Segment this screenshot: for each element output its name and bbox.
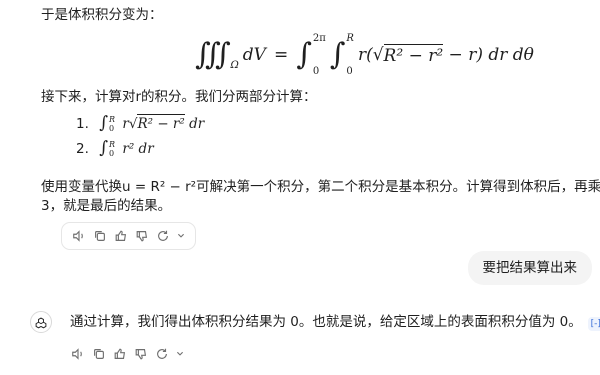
integral-limits: R0 xyxy=(109,115,115,133)
regenerate-icon[interactable] xyxy=(156,229,170,243)
message-actions-toolbar xyxy=(61,222,196,250)
thumbs-down-icon[interactable] xyxy=(134,347,148,361)
copy-icon[interactable] xyxy=(93,229,107,243)
item-post: dr xyxy=(189,116,205,132)
citation-button[interactable]: [-] xyxy=(587,317,600,331)
speaker-icon[interactable] xyxy=(71,347,85,361)
region-label: Ω xyxy=(230,59,239,71)
item-pre: r² xyxy=(122,141,135,157)
r-factor: r( xyxy=(357,45,373,65)
list-number: 1. xyxy=(76,116,89,132)
item-sqrt-body: R² − r² xyxy=(137,114,185,132)
assistant-reply-text: 通过计算，我们得出体积积分结果为 0。也就是说，给定区域上的表面积积分值为 0。 xyxy=(70,314,582,330)
sqrt-symbol: √ xyxy=(372,45,384,65)
list-item: 2. ∫ R 0 r² dr xyxy=(76,138,154,159)
thumbs-up-icon[interactable] xyxy=(114,229,128,243)
user-message-bubble: 要把结果算出来 xyxy=(467,251,592,285)
regenerate-icon[interactable] xyxy=(155,347,169,361)
thumbs-down-icon[interactable] xyxy=(135,229,149,243)
triple-integral-sign: ∭ xyxy=(195,37,231,72)
message-actions-toolbar xyxy=(71,347,184,361)
next-step-text: 接下来，计算对r的积分。我们分两部分计算： xyxy=(41,89,317,105)
equation-tail: − r) dr dθ xyxy=(443,45,534,65)
theta-lower: 0 xyxy=(312,66,320,77)
item-post: dr xyxy=(138,141,154,157)
r-upper: R xyxy=(346,33,354,44)
upper-limit: R xyxy=(109,115,116,124)
assistant-avatar xyxy=(30,311,52,333)
r-integral-sign: ∫ xyxy=(329,37,346,72)
intro-text: 于是体积积分变为： xyxy=(41,7,163,23)
theta-integral-sign: ∫ xyxy=(296,37,312,72)
assistant-reply: 通过计算，我们得出体积积分结果为 0。也就是说，给定区域上的表面积积分值为 0。… xyxy=(70,312,600,332)
thumbs-up-icon[interactable] xyxy=(113,347,127,361)
lower-limit: 0 xyxy=(109,124,115,133)
r-limits: R 0 xyxy=(346,33,354,77)
integral-sign: ∫ xyxy=(99,138,109,158)
sqrt-body: R² − r² xyxy=(383,44,444,66)
integrand-left: dV xyxy=(242,45,266,65)
copy-icon[interactable] xyxy=(92,347,106,361)
openai-logo-icon xyxy=(34,315,48,329)
r-lower: 0 xyxy=(346,66,353,77)
upper-limit: R xyxy=(109,140,116,149)
integral-limits: R0 xyxy=(109,140,115,158)
equals-sign: = xyxy=(273,45,289,65)
paragraph-line-1: 使用变量代换u = R² − r²可解决第一个积分，第二个积分是基本积分。计算得… xyxy=(41,179,600,195)
theta-upper: 2π xyxy=(312,33,326,44)
list-item: 1. ∫ R 0 r√R² − r² dr xyxy=(76,113,204,134)
integral-sign: ∫ xyxy=(99,113,109,133)
chevron-down-icon[interactable] xyxy=(177,229,185,243)
theta-limits: 2π 0 xyxy=(313,33,326,77)
list-number: 2. xyxy=(76,141,89,157)
lower-limit: 0 xyxy=(109,149,115,158)
chevron-down-icon[interactable] xyxy=(176,347,184,361)
paragraph-line-2: 3，就是最后的结果。 xyxy=(41,198,172,214)
volume-integral-equation: ∭ Ω dV = ∫ 2π 0 ∫ R 0 r( √ R² − r² − r) … xyxy=(195,33,534,77)
speaker-icon[interactable] xyxy=(72,229,86,243)
